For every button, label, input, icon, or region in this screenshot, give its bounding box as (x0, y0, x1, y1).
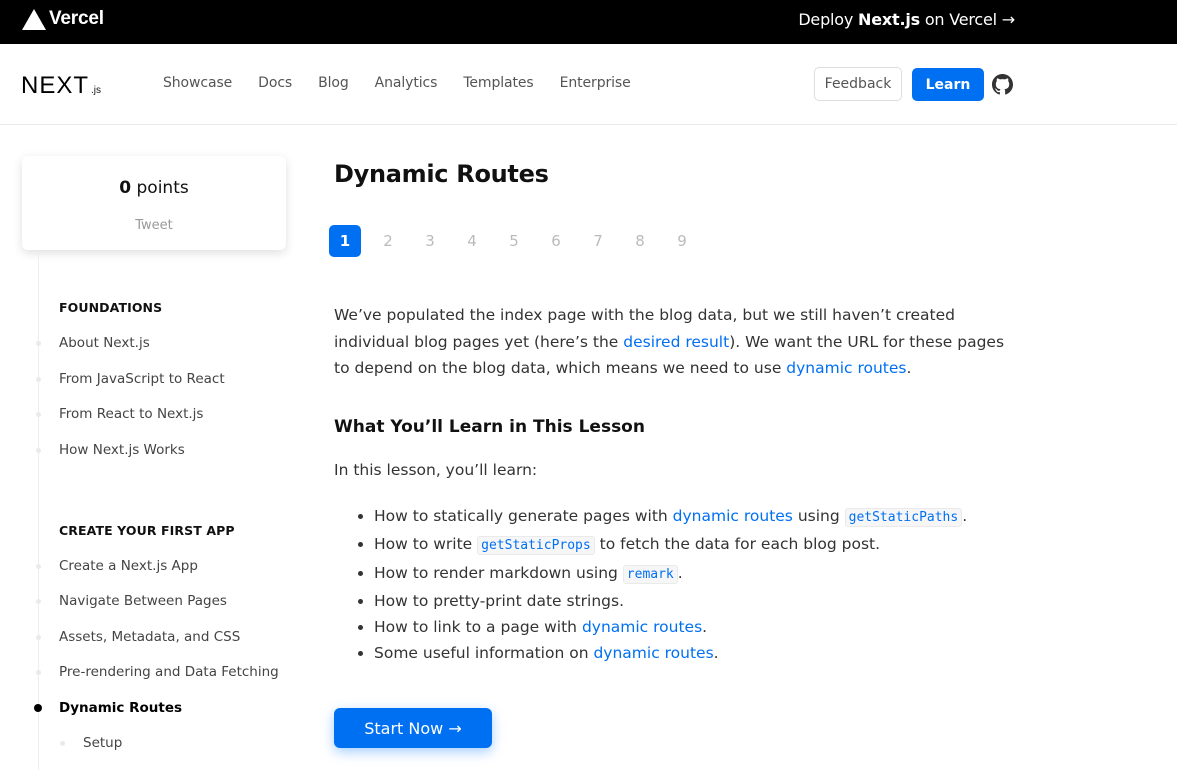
step-4[interactable]: 4 (451, 225, 493, 257)
github-icon[interactable] (992, 74, 1013, 95)
dynamic-routes-link[interactable]: dynamic routes (673, 507, 793, 525)
step-3[interactable]: 3 (409, 225, 451, 257)
list-text: using (792, 507, 845, 525)
section-heading-create-app: CREATE YOUR FIRST APP (59, 523, 235, 538)
timeline-dot (36, 341, 41, 346)
list-item: How to pretty-print date strings. (374, 588, 1064, 614)
sidebar-item-prerendering[interactable]: Pre-rendering and Data Fetching (59, 664, 279, 680)
timeline-dot (36, 377, 41, 382)
deploy-prefix: Deploy (798, 10, 859, 29)
step-1[interactable]: 1 (329, 225, 361, 257)
code-getstaticprops: getStaticProps (477, 536, 595, 556)
timeline-dot (36, 599, 41, 604)
code-remark: remark (622, 564, 678, 584)
next-logo-suffix: .js (91, 85, 102, 96)
page-title: Dynamic Routes (334, 160, 549, 188)
sidebar-item-react-to-nextjs[interactable]: From React to Next.js (59, 406, 203, 422)
points-label: points (131, 178, 189, 198)
tweet-link[interactable]: Tweet (22, 218, 286, 233)
timeline-dot (36, 564, 41, 569)
timeline-dot (36, 448, 41, 453)
feedback-button[interactable]: Feedback (814, 67, 902, 101)
sidebar-item-assets-css[interactable]: Assets, Metadata, and CSS (59, 629, 240, 645)
points-card: 0 points Tweet (22, 156, 286, 250)
sidebar-item-create-app[interactable]: Create a Next.js App (59, 558, 198, 574)
list-text: How to link to a page with (374, 618, 582, 637)
sidebar-item-navigate-pages[interactable]: Navigate Between Pages (59, 593, 227, 609)
points-display: 0 points (22, 178, 286, 198)
list-text: How to write (374, 535, 478, 554)
step-7[interactable]: 7 (577, 225, 619, 257)
sidebar-item-how-nextjs-works[interactable]: How Next.js Works (59, 442, 185, 458)
list-text: to fetch the data for each blog post. (594, 535, 881, 554)
step-8[interactable]: 8 (619, 225, 661, 257)
top-banner: Vercel Deploy Next.js on Vercel → (0, 0, 1177, 44)
list-text: . (677, 563, 683, 582)
section-heading-foundations: FOUNDATIONS (59, 300, 163, 315)
list-text: Some useful information on (374, 644, 594, 663)
next-logo-word: NEXT (21, 72, 90, 99)
desired-result-link[interactable]: desired result (623, 333, 729, 351)
code-getstaticpaths: getStaticPaths (844, 508, 963, 527)
list-item: Some useful information on dynamic route… (374, 640, 1064, 666)
list-text: How to render markdown using (374, 563, 623, 582)
deploy-bold: Next.js (858, 10, 920, 29)
step-6[interactable]: 6 (535, 225, 577, 257)
timeline-dot (60, 741, 65, 746)
sidebar-item-dynamic-routes[interactable]: Dynamic Routes (59, 700, 182, 716)
list-item: How to write getStaticProps to fetch the… (374, 531, 1064, 559)
sidebar-item-about-nextjs[interactable]: About Next.js (59, 335, 150, 351)
step-pagination: 1 2 3 4 5 6 7 8 9 (329, 225, 703, 257)
nav-link-docs[interactable]: Docs (258, 75, 292, 91)
dynamic-routes-link[interactable]: dynamic routes (786, 359, 906, 377)
list-text: . (713, 644, 719, 663)
nav-link-enterprise[interactable]: Enterprise (560, 75, 631, 91)
vercel-triangle-icon (22, 8, 46, 30)
intro-paragraph: We’ve populated the index page with the … (334, 302, 1024, 382)
list-text: How to statically generate pages with (374, 507, 673, 525)
nav-link-templates[interactable]: Templates (463, 75, 533, 91)
sidebar-timeline (38, 250, 39, 770)
list-text: How to pretty-print date strings. (374, 591, 625, 610)
sidebar-item-js-to-react[interactable]: From JavaScript to React (59, 371, 225, 387)
learn-list: How to statically generate pages with dy… (334, 503, 1064, 667)
paragraph-text: . (906, 359, 912, 377)
list-text: . (962, 507, 968, 525)
main-nav: NEXT .js Showcase Docs Blog Analytics Te… (0, 44, 1177, 125)
timeline-dot-active (34, 704, 42, 712)
timeline-dot (36, 412, 41, 417)
step-2[interactable]: 2 (367, 225, 409, 257)
timeline-dot (36, 670, 41, 675)
sidebar-subitem-setup[interactable]: Setup (83, 735, 122, 751)
list-item: How to link to a page with dynamic route… (374, 614, 1064, 640)
lesson-subheading: What You’ll Learn in This Lesson (334, 417, 645, 437)
nav-links: Showcase Docs Blog Analytics Templates E… (163, 75, 657, 91)
list-item: How to statically generate pages with dy… (374, 503, 1064, 531)
dynamic-routes-link[interactable]: dynamic routes (593, 644, 713, 662)
nav-link-showcase[interactable]: Showcase (163, 75, 232, 91)
vercel-logo[interactable]: Vercel (22, 8, 104, 30)
dynamic-routes-link[interactable]: dynamic routes (582, 618, 702, 636)
start-now-button[interactable]: Start Now → (334, 708, 492, 748)
lesson-intro: In this lesson, you’ll learn: (334, 461, 538, 479)
deploy-link[interactable]: Deploy Next.js on Vercel → (798, 10, 1015, 29)
list-item: How to render markdown using remark. (374, 560, 1064, 588)
vercel-brand-text: Vercel (49, 8, 104, 29)
points-value: 0 (119, 178, 132, 198)
deploy-suffix: on Vercel → (919, 10, 1015, 29)
step-9[interactable]: 9 (661, 225, 703, 257)
step-5[interactable]: 5 (493, 225, 535, 257)
nav-link-analytics[interactable]: Analytics (375, 75, 438, 91)
nextjs-logo[interactable]: NEXT .js (21, 72, 101, 100)
timeline-dot (36, 635, 41, 640)
list-text: . (702, 618, 708, 637)
nav-link-blog[interactable]: Blog (318, 75, 349, 91)
learn-button[interactable]: Learn (912, 68, 984, 101)
